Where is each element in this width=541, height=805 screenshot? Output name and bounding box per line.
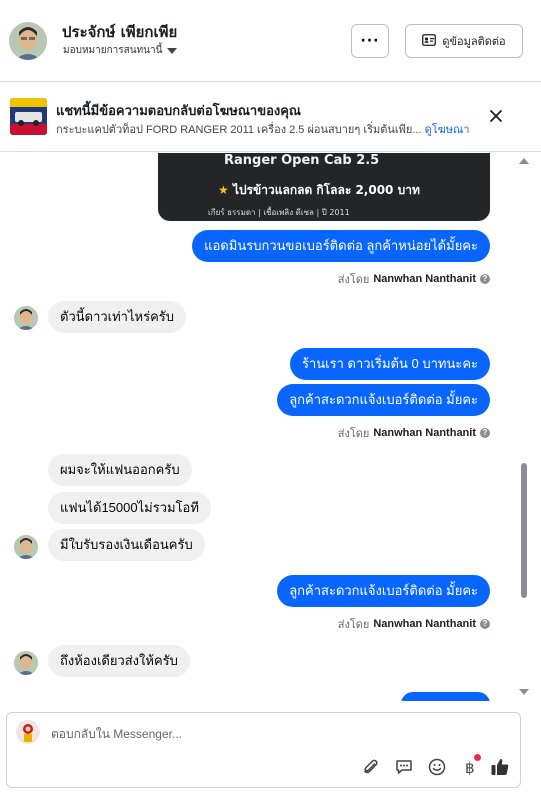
message-outgoing[interactable]: ลูกค้าสะดวกแจ้งเบอร์ติดต่อ มั้ยคะ [277,384,490,416]
ad-preview-card[interactable]: Ranger Open Cab 2.5 ★ ไปรข้าวแลกลด กิโลล… [158,153,490,221]
message-incoming[interactable]: ผมจะให้แฟนออกครับ [48,454,192,486]
message-incoming[interactable]: ถึงห้องเดียวส่งให้ครับ [48,645,190,677]
contact-card-icon [422,33,437,49]
close-icon [490,110,502,122]
customer-avatar-small[interactable] [14,535,38,559]
message-thread[interactable]: Ranger Open Cab 2.5 ★ ไปรข้าวแลกลด กิโลล… [0,153,541,701]
sent-by-label: ส่งโดย Nanwhan Nanthanit? [338,615,490,633]
view-contact-label: ดูข้อมูลติดต่อ [442,36,506,48]
message-outgoing[interactable]: ร้านเรา ดาวเริ่มต้น 0 บาทนะคะ [290,348,490,380]
info-icon[interactable]: ? [480,274,490,284]
chevron-down-icon [167,47,178,54]
card-specs: เกียร์ ธรรมดา | เชื้อเพลิง ดีเซล | ปี 20… [208,208,350,217]
ad-thumbnail[interactable] [10,98,47,135]
svg-text:฿: ฿ [465,759,475,776]
attachment-button[interactable] [360,756,382,778]
sent-by-label: ส่งโดย Nanwhan Nanthanit? [338,424,490,442]
conversation-header: ประจักษ์ เพียกเพีย มอบหมายการสนทนานี้ ··… [0,0,541,82]
info-icon[interactable]: ? [480,619,490,629]
message-outgoing[interactable]: แอดมินรบกวนขอเบอร์ติดต่อ ลูกค้าหน่อยได้ม… [192,230,490,262]
saved-reply-button[interactable] [393,756,415,778]
saved-reply-icon [396,760,412,774]
scroll-up-icon[interactable] [519,158,529,164]
view-ad-link[interactable]: ดูโฆษณา [425,124,470,136]
customer-name[interactable]: ประจักษ์ เพียกเพีย [62,20,177,44]
scroll-thumb[interactable] [521,463,527,598]
info-icon[interactable]: ? [480,428,490,438]
chat-scrollbar[interactable] [519,153,529,701]
customer-avatar-small[interactable] [14,306,38,330]
card-title: Ranger Open Cab 2.5 [224,153,380,168]
message-incoming[interactable]: แฟนได้15000ไม่รวมโอที [48,492,211,524]
star-icon: ★ [218,183,229,197]
banner-description: กระบะแคปตัวท็อป FORD RANGER 2011 เครื่อง… [56,120,476,138]
payment-button[interactable]: ฿ [458,754,481,778]
like-button[interactable] [489,756,511,778]
scroll-down-icon[interactable] [519,689,529,695]
message-outgoing[interactable]: ลูกค้าสะดวกแจ้งเบอร์ติดต่อ มั้ยคะ [277,575,490,607]
sent-by-label: ส่งโดย Nanwhan Nanthanit? [338,270,490,288]
banner-title: แชทนี้มีข้อความตอบกลับต่อโฆษณาของคุณ [56,103,301,118]
reply-input[interactable] [51,727,351,741]
assign-conversation-dropdown[interactable]: มอบหมายการสนทนานี้ [63,43,178,58]
assign-label: มอบหมายการสนทนานี้ [63,45,163,56]
message-incoming[interactable]: มีใบรับรองเงินเดือนครับ [48,529,205,561]
reply-composer: ฿ [6,712,521,788]
emoji-button[interactable] [426,756,448,778]
ad-text: กระบะแคปตัวท็อป FORD RANGER 2011 เครื่อง… [56,124,422,136]
close-banner-button[interactable] [490,107,502,126]
notification-dot [474,754,481,761]
page-avatar [16,720,40,744]
more-options-button[interactable]: ··· [351,24,389,58]
customer-avatar[interactable] [9,22,47,60]
like-icon [491,758,509,775]
emoji-icon [428,758,446,776]
ad-reply-banner: แชทนี้มีข้อความตอบกลับต่อโฆษณาของคุณ กระ… [0,82,541,152]
card-price: ★ ไปรข้าวแลกลด กิโลละ 2,000 บาท [218,183,420,197]
customer-avatar-small[interactable] [14,651,38,675]
attachment-icon [364,759,378,774]
view-contact-button[interactable]: ดูข้อมูลติดต่อ [405,24,523,58]
message-incoming[interactable]: ตัวนี้ดาวเท่าไหร่ครับ [48,301,187,333]
message-outgoing-partial[interactable] [401,692,490,701]
